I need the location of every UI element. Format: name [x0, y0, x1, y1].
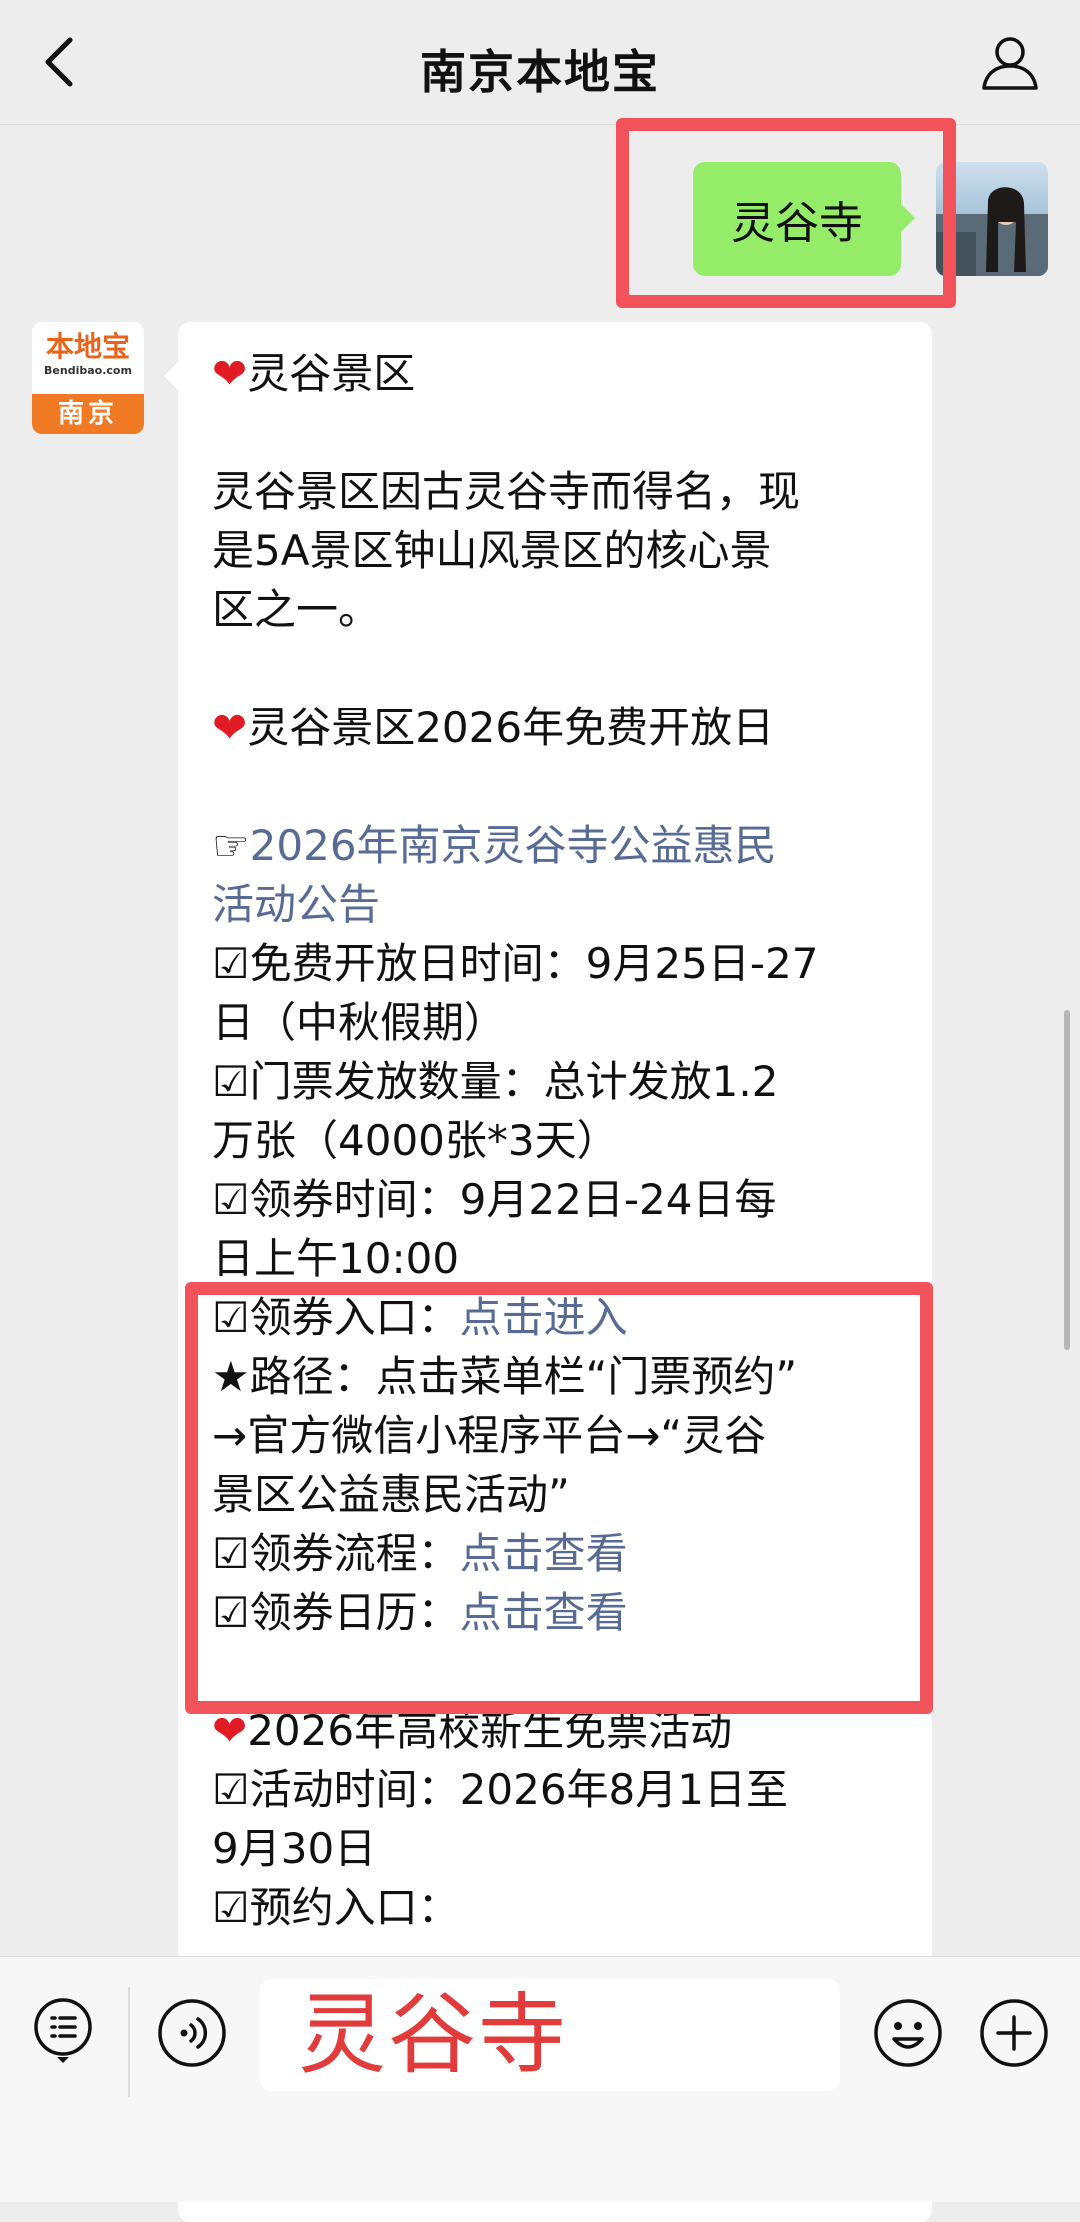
announcement-link-cont[interactable]: 活动公告 [212, 875, 912, 934]
plus-icon[interactable] [978, 1997, 1050, 2069]
intro-line-1: 灵谷景区因古灵谷寺而得名，现 [212, 467, 801, 516]
ticket-count-line-1: ☑门票发放数量：总计发放1.2 [212, 1057, 779, 1106]
heart-icon: ❤ [212, 349, 248, 398]
chat-header: 南京本地宝 [0, 0, 1080, 125]
bot-avatar-brand: 本地宝 [45, 330, 130, 363]
message-input[interactable]: 灵谷寺 [260, 1979, 840, 2091]
scrollbar[interactable] [1064, 1010, 1070, 1350]
booking-entry-label: ☑预约入口： [212, 1883, 460, 1932]
intro-line-3: 区之一。 [212, 585, 381, 634]
free-day-time-line-2: 日（中秋假期） [212, 998, 507, 1047]
activity-time-line-2: 9月30日 [212, 1824, 377, 1873]
claim-time-line-1: ☑领券时间：9月22日-24日每 [212, 1175, 777, 1224]
input-divider [128, 1987, 130, 2097]
chat-title: 南京本地宝 [420, 45, 660, 99]
highlight-box-claim-info [185, 1282, 933, 1714]
section-title-free-day: 灵谷景区2026年免费开放日 [247, 703, 775, 752]
bot-avatar-sub: Bendibao.com [44, 364, 132, 377]
message-input-value: 灵谷寺 [298, 1983, 569, 2086]
heart-icon: ❤ [212, 703, 248, 752]
profile-icon[interactable] [980, 32, 1040, 92]
voice-input-icon[interactable] [156, 1997, 228, 2069]
input-bar: 灵谷寺 [0, 1956, 1080, 2202]
activity-time-line-1: ☑活动时间：2026年8月1日至 [212, 1765, 788, 1814]
bot-avatar-city: 南京 [32, 394, 144, 434]
menu-list-icon[interactable] [30, 1997, 96, 2063]
emoji-icon[interactable] [872, 1997, 944, 2069]
highlight-box-user-message [616, 118, 956, 308]
bot-avatar[interactable]: 本地宝 Bendibao.com 南京 [32, 322, 144, 434]
intro-line-2: 是5A景区钟山风景区的核心景 [212, 526, 772, 575]
pointing-hand-icon: ☞ [212, 821, 250, 870]
section-title-scenic: 灵谷景区 [247, 349, 416, 398]
announcement-link[interactable]: 2026年南京灵谷寺公益惠民 [250, 821, 777, 870]
free-day-time-line-1: ☑免费开放日时间：9月25日-27 [212, 939, 819, 988]
ticket-count-line-2: 万张（4000张*3天） [212, 1116, 619, 1165]
claim-time-line-2: 日上午10:00 [212, 1234, 460, 1283]
